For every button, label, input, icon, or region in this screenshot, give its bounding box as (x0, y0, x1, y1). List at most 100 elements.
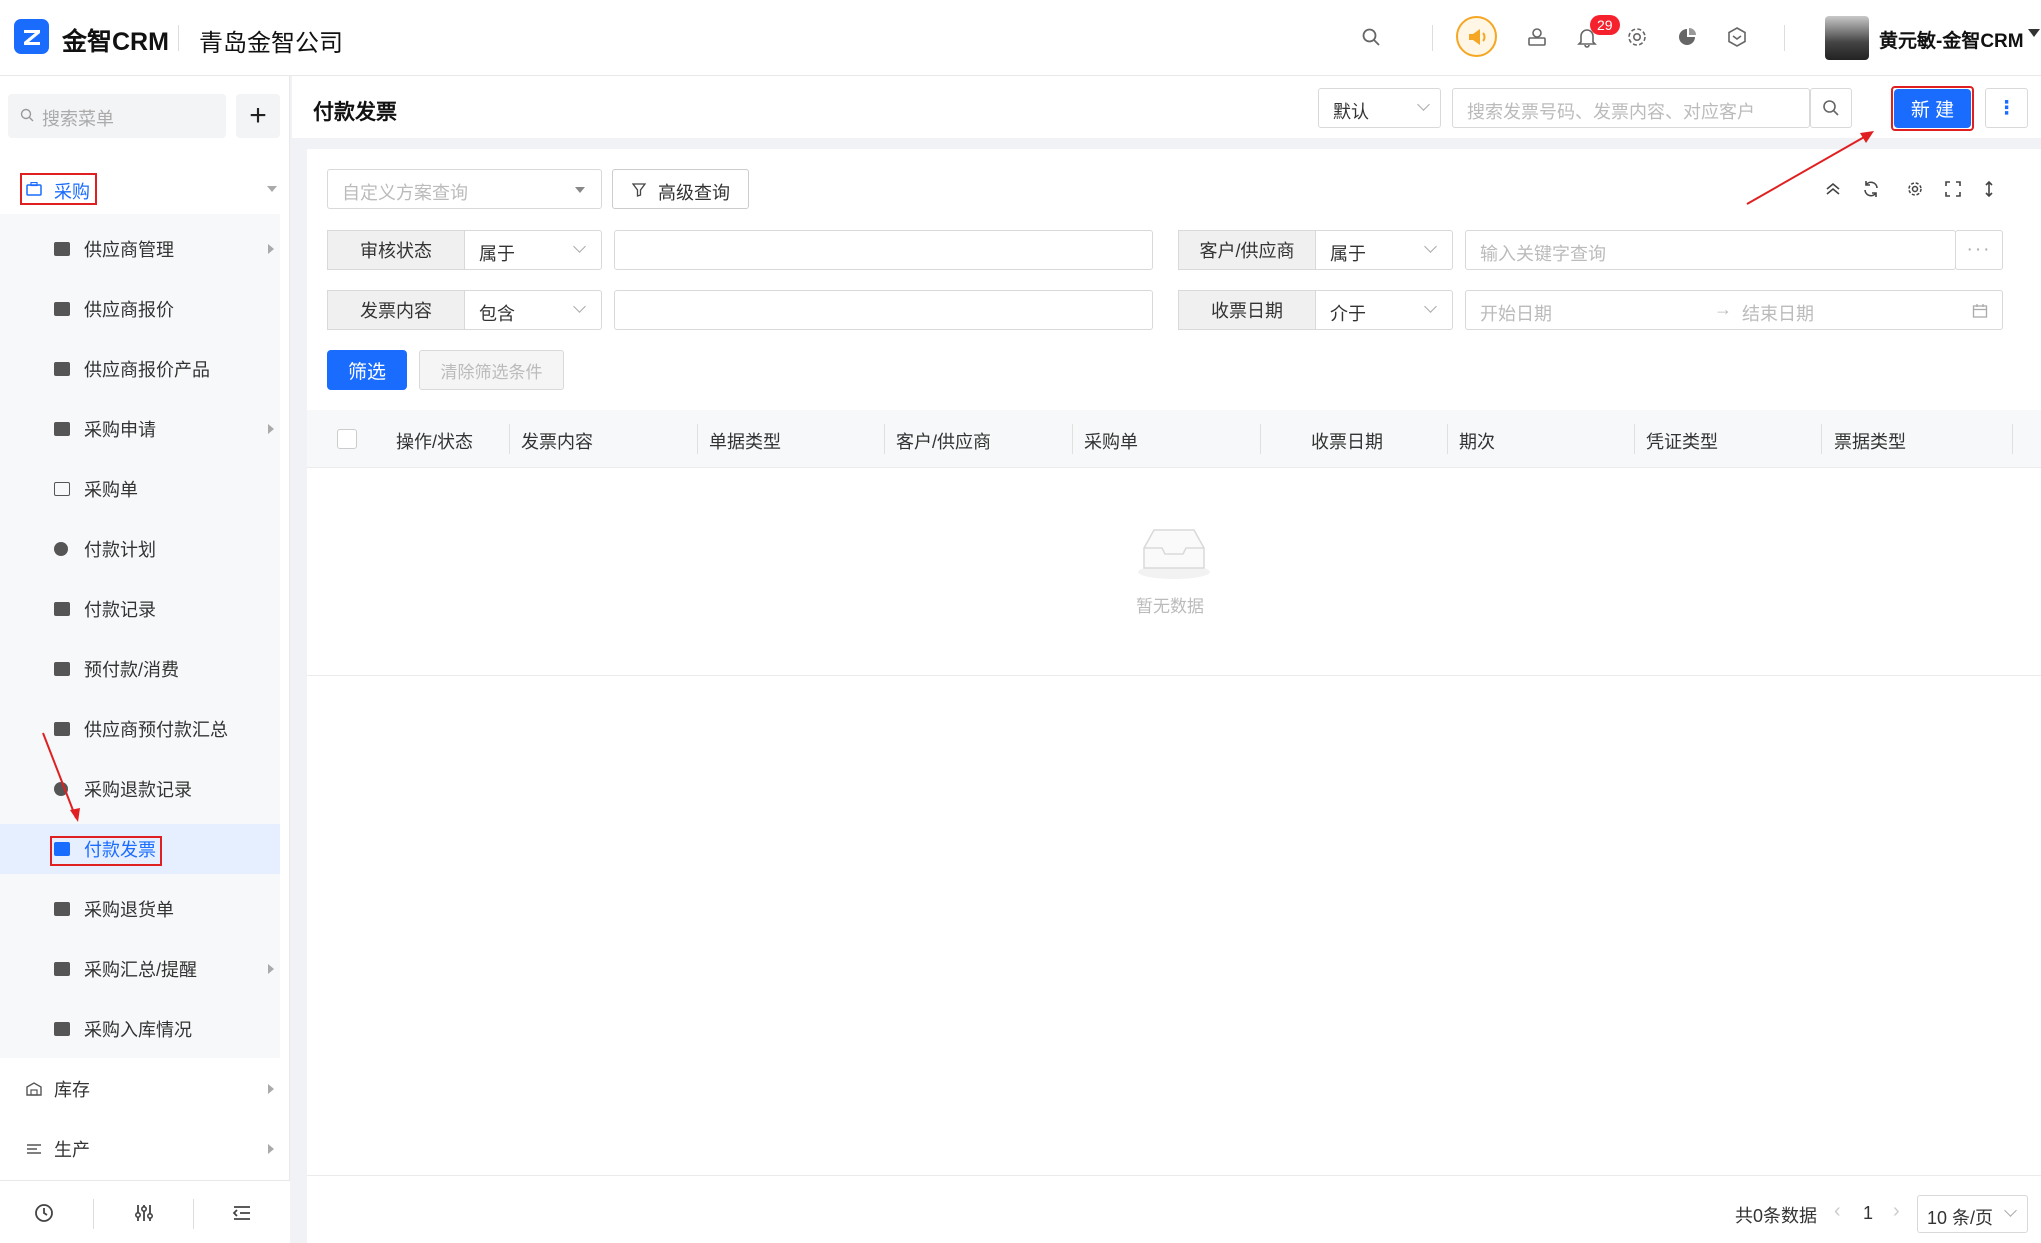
user-name[interactable]: 黄元敏-金智CRM (1879, 26, 2024, 53)
audit-status-value-input[interactable] (614, 230, 1153, 270)
sidebar-item-payment-invoice[interactable]: 付款发票 (0, 824, 280, 874)
sidebar-item-label: 采购入库情况 (84, 1020, 192, 1040)
scheme-query-select[interactable]: 自定义方案查询 (327, 169, 602, 209)
sidebar-item-label: 预付款/消费 (84, 660, 180, 680)
search-placeholder: 搜索发票号码、发票内容、对应客户 (1467, 102, 1755, 122)
view-select-value: 默认 (1333, 102, 1369, 122)
sidebar-item-label: 采购申请 (84, 420, 156, 440)
column-header[interactable]: 采购单 (1084, 428, 1138, 454)
edit-icon (54, 602, 70, 616)
filter-label-customer-supplier: 客户/供应商 (1178, 230, 1316, 270)
sidebar-item-label: 采购单 (84, 480, 138, 500)
company-name[interactable]: 青岛金智公司 (199, 23, 343, 58)
date-range-picker[interactable]: 开始日期 → 结束日期 (1465, 290, 2003, 330)
sidebar-item-payment-record[interactable]: 付款记录 (0, 584, 280, 634)
menu-search-input[interactable]: 搜索菜单 (8, 94, 226, 138)
column-header[interactable]: 票据类型 (1834, 428, 1906, 454)
collapse-menu-icon[interactable] (230, 1201, 254, 1225)
avatar[interactable] (1825, 16, 1869, 60)
sidebar-item-supplier-quote-product[interactable]: 供应商报价产品 (0, 344, 280, 394)
sidebar-item-label: 采购汇总/提醒 (84, 960, 198, 980)
operator-value: 属于 (1330, 244, 1366, 264)
notification-badge: 29 (1590, 15, 1620, 35)
prev-page-button[interactable]: ‹ (1834, 1200, 1841, 1223)
sidebar-item-purchase-return[interactable]: 采购退货单 (0, 884, 280, 934)
pie-chart-icon[interactable] (1672, 22, 1702, 52)
invoice-content-operator-select[interactable]: 包含 (464, 290, 602, 330)
search-button[interactable] (1810, 88, 1852, 128)
row-height-icon[interactable] (1980, 180, 1998, 198)
select-all-checkbox[interactable] (337, 429, 357, 449)
fullscreen-icon[interactable] (1944, 180, 1962, 198)
divider (307, 675, 2041, 676)
column-header[interactable]: 发票内容 (521, 428, 593, 454)
operator-value: 介于 (1330, 304, 1366, 324)
filter-button[interactable]: 筛选 (327, 350, 407, 390)
warehouse-icon (26, 1082, 42, 1096)
filter-label-receipt-date: 收票日期 (1178, 290, 1316, 330)
search-icon[interactable] (1356, 22, 1386, 52)
arrow-right-icon: → (1714, 299, 1732, 319)
new-button[interactable]: 新 建 (1894, 89, 1971, 128)
sidebar-item-prepayment[interactable]: 预付款/消费 (0, 644, 280, 694)
customer-keyword-input[interactable]: 输入关键字查询 (1465, 230, 1956, 270)
divider (178, 25, 179, 51)
quote-icon (54, 362, 70, 376)
clear-filter-button[interactable]: 清除筛选条件 (419, 350, 564, 390)
sidebar-item-supplier-mgmt[interactable]: 供应商管理 (0, 224, 280, 274)
sidebar-item-label: 供应商报价产品 (84, 360, 210, 380)
column-header[interactable]: 收票日期 (1311, 428, 1383, 454)
sidebar-section-purchase[interactable]: 采购 (0, 164, 280, 214)
sidebar-item-purchase-summary[interactable]: 采购汇总/提醒 (0, 944, 280, 994)
page-number[interactable]: 1 (1863, 1203, 1873, 1224)
column-header[interactable]: 凭证类型 (1646, 428, 1718, 454)
sidebar-item-purchase-order[interactable]: 采购单 (0, 464, 280, 514)
audit-status-operator-select[interactable]: 属于 (464, 230, 602, 270)
chevron-right-icon (268, 424, 274, 434)
invoice-search-input[interactable]: 搜索发票号码、发票内容、对应客户 (1452, 88, 1810, 128)
invoice-content-value-input[interactable] (614, 290, 1153, 330)
column-header[interactable]: 单据类型 (709, 428, 781, 454)
folder-icon (54, 962, 70, 976)
settings-icon[interactable] (1906, 180, 1924, 198)
total-count: 共0条数据 (1735, 1206, 1818, 1226)
sidebar-item-payment-plan[interactable]: 付款计划 (0, 524, 280, 574)
divider (307, 1175, 2041, 1176)
sidebar-section-inventory[interactable]: 库存 (0, 1064, 280, 1114)
page-title: 付款发票 (313, 101, 397, 124)
end-date-placeholder: 结束日期 (1742, 304, 1814, 324)
cube-icon[interactable] (1722, 22, 1752, 52)
ellipsis-button[interactable]: ··· (1955, 230, 2003, 270)
search-icon (20, 108, 34, 122)
next-page-button[interactable]: › (1893, 1200, 1900, 1223)
chevron-down-icon (573, 300, 586, 313)
view-select[interactable]: 默认 (1318, 88, 1441, 128)
announcement-icon[interactable] (1456, 16, 1497, 57)
collapse-up-icon[interactable] (1824, 180, 1842, 198)
search-icon (1823, 100, 1839, 116)
more-button[interactable]: ⋮ (1985, 88, 2028, 128)
page-size-select[interactable]: 10 条/页 (1917, 1195, 2028, 1233)
chevron-down-icon (1424, 240, 1437, 253)
chevron-down-icon (575, 187, 585, 193)
sidebar-item-purchase-inbound[interactable]: 采购入库情况 (0, 1004, 280, 1054)
receipt-date-operator-select[interactable]: 介于 (1315, 290, 1453, 330)
sidebar-section-production[interactable]: 生产 (0, 1124, 280, 1174)
customer-operator-select[interactable]: 属于 (1315, 230, 1453, 270)
column-header[interactable]: 操作/状态 (396, 428, 473, 454)
column-header[interactable]: 客户/供应商 (896, 428, 991, 454)
user-dropdown-icon[interactable] (2028, 29, 2040, 37)
gear-icon[interactable] (1622, 22, 1652, 52)
contacts-icon[interactable] (1522, 22, 1552, 52)
column-header[interactable]: 期次 (1459, 428, 1495, 454)
folder-icon (54, 242, 70, 256)
chevron-right-icon (268, 1084, 274, 1094)
return-icon (54, 902, 70, 916)
add-menu-button[interactable]: + (236, 94, 280, 138)
sidebar-item-purchase-request[interactable]: 采购申请 (0, 404, 280, 454)
sidebar-item-supplier-quote[interactable]: 供应商报价 (0, 284, 280, 334)
history-icon[interactable] (32, 1201, 56, 1225)
advanced-query-button[interactable]: 高级查询 (612, 169, 749, 209)
sliders-icon[interactable] (132, 1201, 156, 1225)
refresh-icon[interactable] (1862, 180, 1880, 198)
